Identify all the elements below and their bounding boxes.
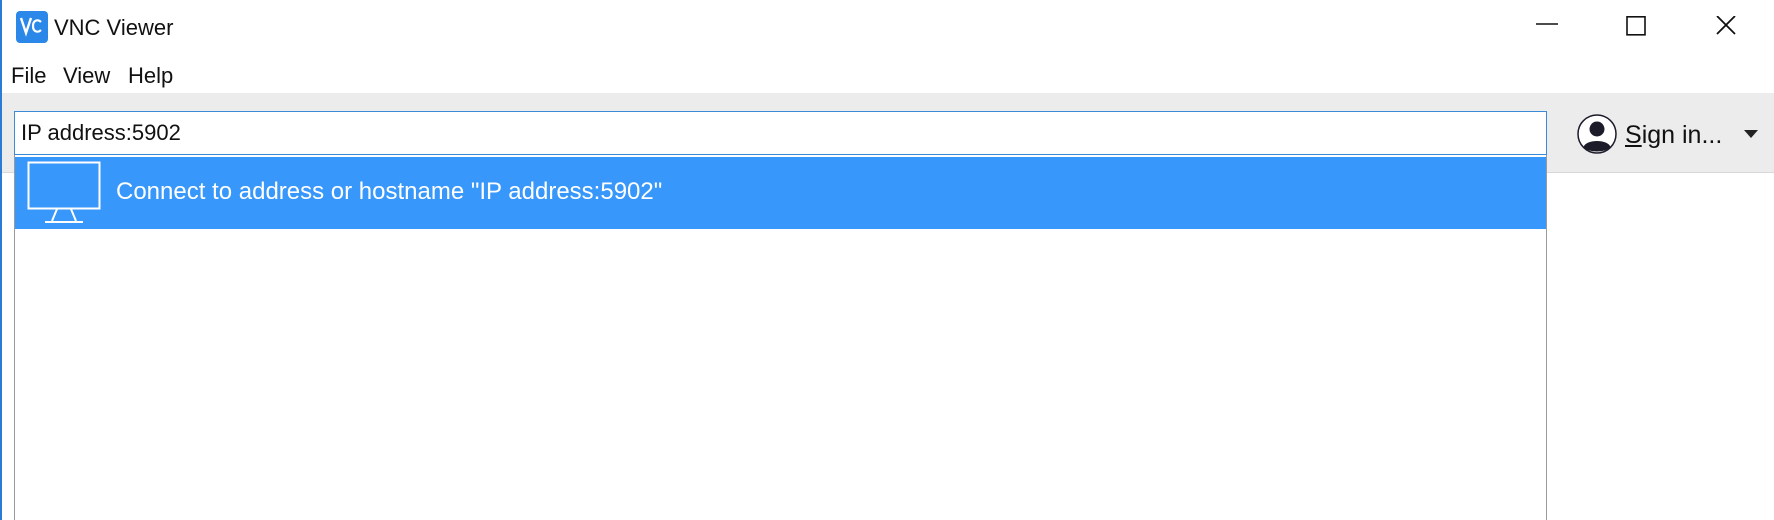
sign-in-mnemonic: S bbox=[1625, 121, 1642, 149]
close-button[interactable] bbox=[1682, 0, 1772, 56]
minimize-icon bbox=[1536, 23, 1558, 25]
address-search-input[interactable] bbox=[14, 111, 1547, 155]
window-title: VNC Viewer bbox=[54, 15, 174, 40]
maximize-icon bbox=[1626, 16, 1646, 36]
close-icon bbox=[1716, 16, 1736, 35]
menu-file[interactable]: File bbox=[11, 64, 46, 88]
user-avatar-icon bbox=[1577, 114, 1617, 154]
suggestion-item-connect[interactable]: Connect to address or hostname "IP addre… bbox=[15, 157, 1546, 229]
menu-bar: File View Help bbox=[2, 56, 1774, 93]
vnc-viewer-window: VNC Viewer File View Help IP address:590… bbox=[0, 0, 1774, 520]
maximize-button[interactable] bbox=[1592, 0, 1682, 56]
sign-in-button[interactable]: Sign in... bbox=[1577, 111, 1767, 157]
minimize-button[interactable] bbox=[1502, 0, 1592, 56]
title-bar[interactable]: VNC Viewer bbox=[2, 0, 1774, 56]
monitor-icon bbox=[27, 161, 101, 223]
caret-down-icon[interactable] bbox=[1743, 129, 1759, 139]
suggestion-label: Connect to address or hostname "IP addre… bbox=[116, 178, 663, 205]
address-suggestions-dropdown: Connect to address or hostname "IP addre… bbox=[14, 155, 1547, 520]
vnc-viewer-logo-icon bbox=[16, 11, 48, 43]
menu-view[interactable]: View bbox=[63, 64, 110, 88]
sign-in-label-rest: ign in... bbox=[1641, 121, 1723, 149]
sign-in-label: Sign in... bbox=[1625, 121, 1722, 149]
menu-help[interactable]: Help bbox=[128, 64, 173, 88]
